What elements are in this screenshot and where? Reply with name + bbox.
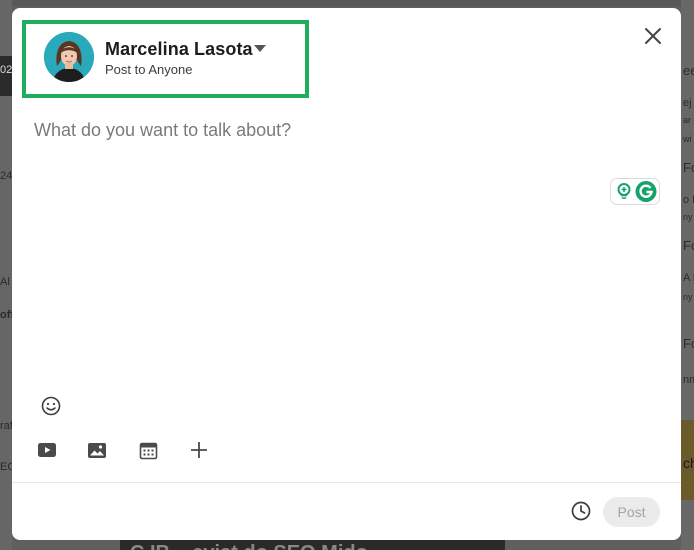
author-avatar[interactable]	[44, 32, 94, 82]
post-visibility-label[interactable]: Post to Anyone	[105, 62, 192, 77]
clock-icon	[571, 501, 591, 521]
calendar-icon	[139, 442, 157, 459]
background-left-fragment: 02	[0, 64, 13, 76]
close-button[interactable]	[640, 23, 666, 49]
background-left-fragment: Al	[0, 276, 10, 288]
background-right-fragment: ny	[683, 292, 693, 302]
background-top-strip	[0, 0, 694, 6]
background-right-fragment: ny	[683, 212, 693, 222]
emoji-button[interactable]	[40, 395, 62, 417]
background-right-fragment: ch	[683, 455, 694, 471]
background-right-fragment: nm	[683, 374, 694, 386]
background-right-fragment: A D	[683, 272, 694, 284]
background-right-fragment: ar	[683, 115, 692, 125]
add-video-button[interactable]	[35, 438, 59, 462]
background-left-image	[0, 56, 12, 96]
background-right-fragment: wi	[683, 134, 692, 144]
author-name[interactable]: Marcelina Lasota	[105, 39, 253, 60]
add-photo-button[interactable]	[85, 438, 109, 462]
caret-down-icon[interactable]	[254, 45, 266, 52]
background-right-fragment: Fo	[683, 160, 694, 175]
background-left-fragment: raf	[0, 420, 13, 432]
footer-divider	[12, 482, 681, 483]
grammarly-widget[interactable]	[610, 178, 660, 205]
plus-icon	[191, 442, 207, 458]
post-text-editor[interactable]: What do you want to talk about?	[34, 120, 291, 141]
post-button[interactable]: Post	[603, 497, 660, 527]
more-options-button[interactable]	[187, 438, 211, 462]
close-icon	[645, 28, 661, 44]
background-left-fragment: 24	[0, 170, 13, 182]
video-icon	[38, 443, 56, 457]
background-bottom-fragment: C IB... evist do SEO Mido	[130, 540, 500, 550]
photo-icon	[88, 442, 106, 458]
background-right-fragment: o M	[683, 194, 694, 206]
background-right-fragment: Fo	[683, 238, 694, 253]
background-right-fragment: Fo	[683, 336, 694, 351]
grammarly-icon	[617, 181, 657, 202]
create-post-modal: Marcelina Lasota Post to Anyone What do …	[12, 8, 681, 540]
schedule-post-button[interactable]	[570, 500, 592, 522]
emoji-icon	[41, 396, 61, 416]
background-right-fragment: ee	[683, 63, 694, 78]
create-event-button[interactable]	[136, 438, 160, 462]
background-right-fragment: ej	[683, 97, 692, 109]
